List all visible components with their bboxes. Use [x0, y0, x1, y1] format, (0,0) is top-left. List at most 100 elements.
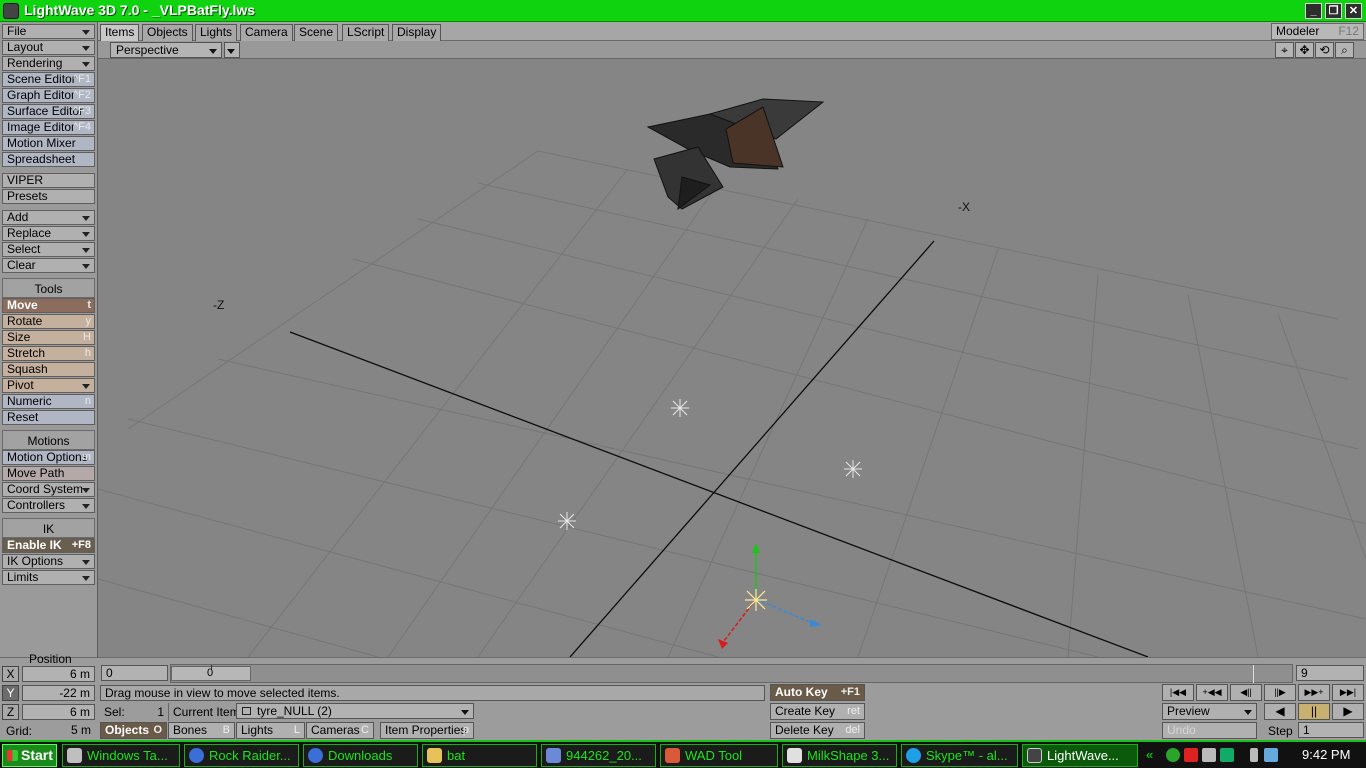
layout-menu[interactable]: Layout	[2, 40, 95, 55]
start-button[interactable]: Start	[2, 744, 57, 767]
taskbar-item[interactable]: Windows Ta...	[62, 744, 180, 767]
bones-mode-button[interactable]: Bones B	[168, 722, 235, 739]
timeline-slider[interactable]: 0	[170, 664, 1293, 683]
motion-mixer-button[interactable]: Motion Mixer	[2, 136, 95, 151]
file-menu[interactable]: File	[2, 24, 95, 39]
tray-monitor-icon[interactable]	[1220, 748, 1234, 762]
tab-objects[interactable]: Objects	[142, 24, 193, 41]
pause-button[interactable]: ||	[1298, 703, 1330, 720]
clear-menu[interactable]: Clear	[2, 258, 95, 273]
windows-logo-icon	[7, 750, 18, 761]
presets-button[interactable]: Presets	[2, 189, 95, 204]
tray-app-icon[interactable]	[1166, 748, 1180, 762]
rendering-menu[interactable]: Rendering	[2, 56, 95, 71]
step-forward-button[interactable]: ||▶	[1264, 684, 1296, 701]
rotate-view-icon[interactable]: ⟲	[1315, 42, 1334, 58]
step-field[interactable]: 1	[1298, 722, 1364, 738]
taskbar-item[interactable]: Downloads	[303, 744, 418, 767]
tab-scene[interactable]: Scene	[294, 24, 339, 41]
taskbar-item-active[interactable]: LightWave...	[1022, 744, 1138, 767]
spreadsheet-button[interactable]: Spreadsheet	[2, 152, 95, 167]
z-position-field[interactable]: 6 m	[22, 704, 95, 720]
restore-button[interactable]: ❐	[1325, 3, 1342, 19]
delete-key-button[interactable]: Delete Key del	[770, 722, 865, 739]
rotate-tool-button[interactable]: Rotate y	[2, 314, 95, 329]
network-icon[interactable]	[1264, 748, 1278, 762]
enable-ik-button[interactable]: Enable IK +F8	[2, 538, 95, 553]
tray-expand-icon[interactable]: «	[1146, 744, 1153, 765]
pivot-menu[interactable]: Pivot	[2, 378, 95, 393]
stretch-tool-button[interactable]: Stretch h	[2, 346, 95, 361]
taskbar-item[interactable]: WAD Tool	[660, 744, 778, 767]
timeline-start-field[interactable]: 0	[101, 665, 168, 681]
play-backward-button[interactable]: ◀	[1264, 703, 1296, 720]
lights-mode-button[interactable]: Lights L	[236, 722, 305, 739]
view-options-button[interactable]	[224, 42, 240, 58]
y-axis-toggle[interactable]: Y	[2, 685, 19, 701]
item-properties-button[interactable]: Item Properties p	[380, 722, 474, 739]
squash-tool-button[interactable]: Squash	[2, 362, 95, 377]
create-key-button[interactable]: Create Key ret	[770, 703, 865, 720]
previous-key-button[interactable]: +◀◀	[1196, 684, 1228, 701]
undo-button[interactable]: Undo	[1162, 722, 1257, 739]
tray-security-icon[interactable]	[1184, 748, 1198, 762]
surface-editor-button[interactable]: Surface Editor ^F3	[2, 104, 95, 119]
close-button[interactable]: ✕	[1345, 3, 1362, 19]
move-tool-button[interactable]: Move t	[2, 298, 95, 313]
z-axis-toggle[interactable]: Z	[2, 704, 19, 720]
taskbar-item[interactable]: Rock Raider...	[184, 744, 299, 767]
preview-select[interactable]: Preview	[1162, 703, 1257, 720]
clock[interactable]: 9:42 PM	[1302, 744, 1350, 765]
add-menu[interactable]: Add	[2, 210, 95, 225]
lightwave-app-icon[interactable]	[3, 3, 19, 19]
current-item-select[interactable]: tyre_NULL (2)	[236, 703, 474, 719]
taskbar-item[interactable]: 944262_20...	[541, 744, 656, 767]
reset-button[interactable]: Reset	[2, 410, 95, 425]
ik-options-menu[interactable]: IK Options	[2, 554, 95, 569]
battery-icon[interactable]	[1250, 748, 1258, 762]
replace-menu[interactable]: Replace	[2, 226, 95, 241]
modeler-button[interactable]: Modeler F12	[1271, 23, 1364, 40]
minimize-button[interactable]: _	[1305, 3, 1322, 19]
limits-menu[interactable]: Limits	[2, 570, 95, 585]
last-frame-button[interactable]: ▶▶|	[1332, 684, 1364, 701]
tab-lights[interactable]: Lights	[195, 24, 238, 41]
select-menu[interactable]: Select	[2, 242, 95, 257]
objects-mode-button[interactable]: Objects O	[100, 722, 167, 739]
taskbar-item[interactable]: Skype™ - al...	[901, 744, 1018, 767]
step-back-button[interactable]: ◀||	[1230, 684, 1262, 701]
graph-editor-button[interactable]: Graph Editor ^F2	[2, 88, 95, 103]
pan-view-icon[interactable]: ✥	[1295, 42, 1314, 58]
taskbar-item[interactable]: bat	[422, 744, 537, 767]
tab-lscript[interactable]: LScript	[342, 24, 390, 41]
x-position-field[interactable]: 6 m	[22, 666, 95, 682]
move-gizmo[interactable]	[718, 543, 822, 649]
perspective-viewport[interactable]: -X -Z	[98, 59, 1366, 657]
viper-button[interactable]: VIPER	[2, 173, 95, 188]
coord-system-menu[interactable]: Coord System	[2, 482, 95, 497]
numeric-button[interactable]: Numeric n	[2, 394, 95, 409]
size-tool-button[interactable]: Size H	[2, 330, 95, 345]
tab-display[interactable]: Display	[392, 24, 442, 41]
scene-editor-button[interactable]: Scene Editor ^F1	[2, 72, 95, 87]
timeline-end-field[interactable]: 9	[1296, 665, 1364, 681]
motion-options-button[interactable]: Motion Options m	[2, 450, 95, 465]
cameras-mode-button[interactable]: Cameras C	[306, 722, 374, 739]
first-frame-button[interactable]: |◀◀	[1162, 684, 1194, 701]
tab-camera[interactable]: Camera	[240, 24, 293, 41]
x-axis-toggle[interactable]: X	[2, 666, 19, 682]
tray-network-icon[interactable]	[1202, 748, 1216, 762]
taskbar-item[interactable]: MilkShape 3...	[782, 744, 897, 767]
controllers-menu[interactable]: Controllers	[2, 498, 95, 513]
move-path-label: Move Path	[7, 466, 65, 480]
image-editor-button[interactable]: Image Editor ^F4	[2, 120, 95, 135]
auto-key-button[interactable]: Auto Key +F1	[770, 684, 865, 701]
y-position-field[interactable]: -22 m	[22, 685, 95, 701]
center-view-icon[interactable]: ⌖	[1275, 42, 1294, 58]
play-forward-button[interactable]: ▶	[1332, 703, 1364, 720]
zoom-view-icon[interactable]: ⌕	[1335, 42, 1354, 58]
view-type-select[interactable]: Perspective	[110, 42, 222, 58]
next-key-button[interactable]: ▶▶+	[1298, 684, 1330, 701]
move-path-button[interactable]: Move Path	[2, 466, 95, 481]
tab-items[interactable]: Items	[100, 24, 140, 41]
